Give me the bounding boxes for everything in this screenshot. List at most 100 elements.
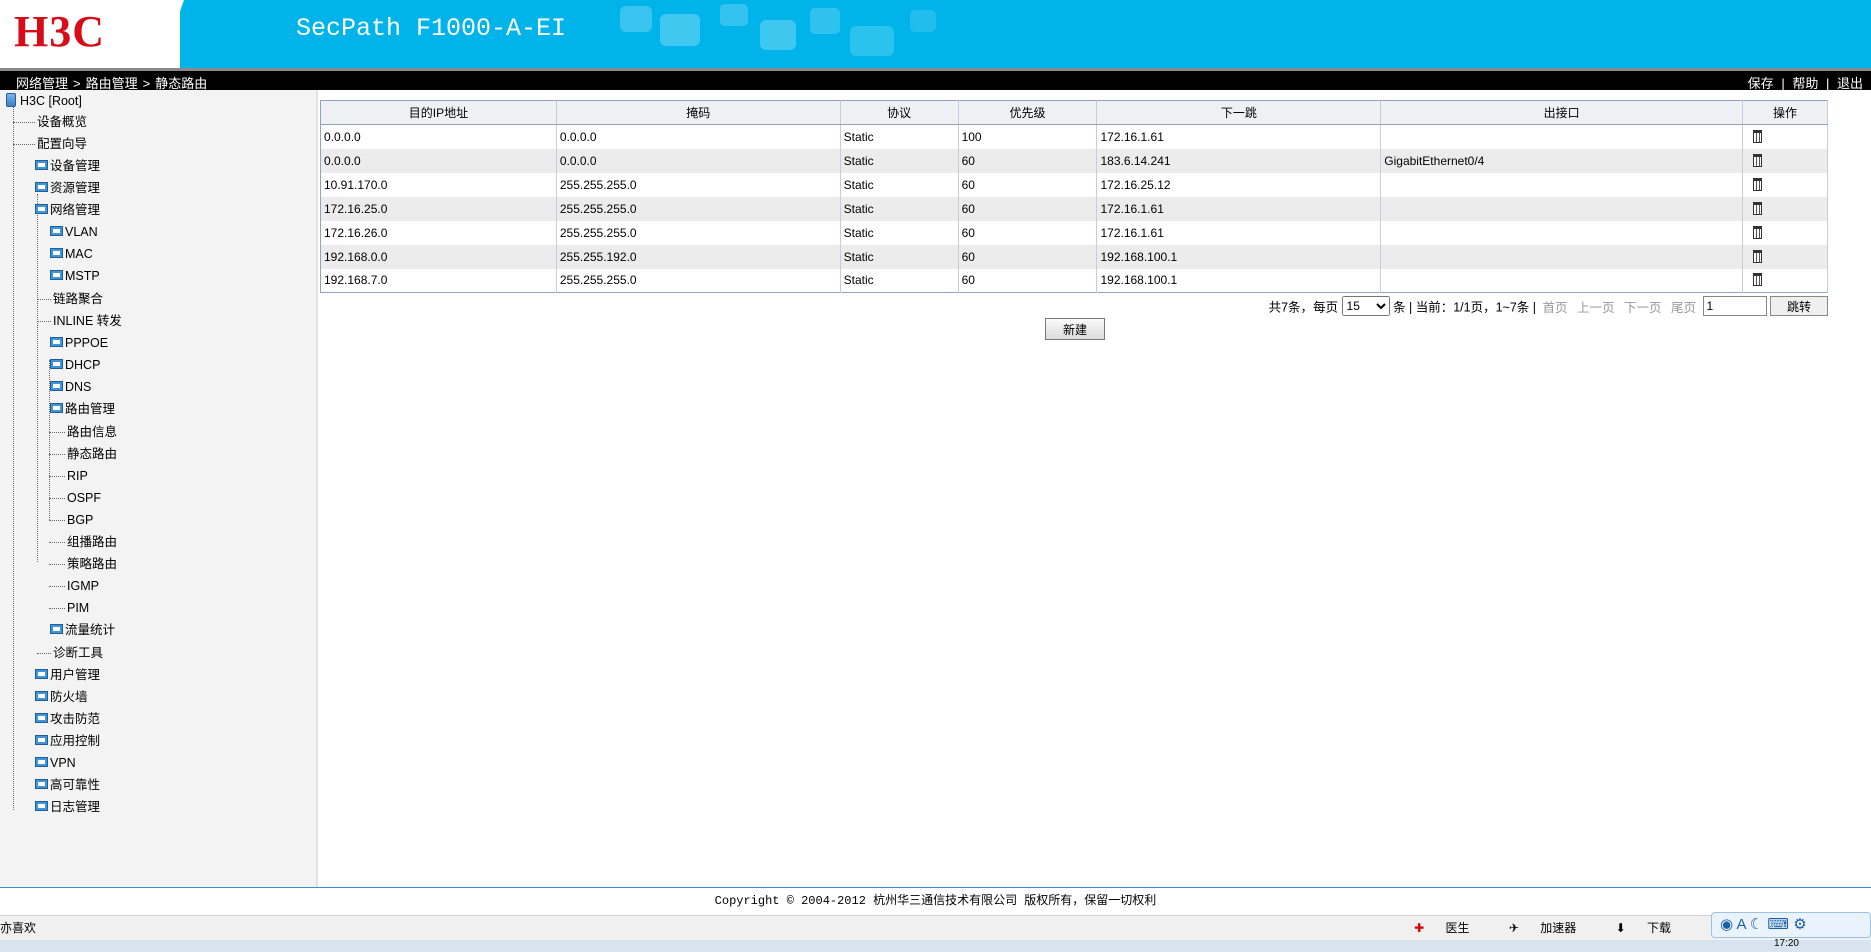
delete-icon[interactable] [1753,177,1763,191]
tree-item-resource-mgmt[interactable]: 资源管理 [35,179,100,197]
new-route-button[interactable]: 新建 [1045,318,1105,340]
tree-item-network-mgmt[interactable]: 网络管理 [35,201,100,219]
delete-icon[interactable] [1753,153,1763,167]
tree-item-mac[interactable]: MAC [50,245,93,263]
tree-item-diagnostic-tools[interactable]: 诊断工具 [53,644,103,662]
tree-item-user-mgmt[interactable]: 用户管理 [35,666,100,684]
last-page-link[interactable]: 尾页 [1671,301,1696,315]
delete-icon[interactable] [1753,249,1763,263]
tree-item-device-overview[interactable]: 设备概览 [37,113,87,131]
column-header[interactable]: 协议 [840,100,959,125]
column-header[interactable]: 优先级 [958,100,1098,125]
help-link[interactable]: 帮助 [1792,76,1818,91]
column-header[interactable]: 下一跳 [1096,100,1382,125]
delete-icon[interactable] [1753,201,1763,215]
folder-icon [50,624,63,634]
tree-item-igmp[interactable]: IGMP [67,577,99,595]
tree-item-mstp[interactable]: MSTP [50,267,100,285]
folder-icon [50,270,63,280]
doctor-button[interactable]: ✚ 医生 [1396,921,1469,935]
folder-icon [50,226,63,236]
first-page-link[interactable]: 首页 [1543,301,1568,315]
table-row: 192.168.7.0 255.255.255.0 Static 60 192.168.… [320,268,1828,293]
tree-item-traffic-stats[interactable]: 流量统计 [50,621,115,639]
go-to-page-button[interactable]: 跳转 [1770,296,1828,316]
pagination: 共7条，每页 15 条 | 当前：1/1页，1~7条 | 首页 上一页 下一页 … [1269,296,1828,316]
table-row: 0.0.0.0 0.0.0.0 Static 100 172.16.1.61 [320,124,1828,149]
total-count: 共7条，每页 [1268,300,1339,315]
tree-item-route-info[interactable]: 路由信息 [67,423,117,441]
folder-icon [35,735,48,745]
tree-item-pim[interactable]: PIM [67,599,89,617]
column-header[interactable]: 目的IP地址 [320,100,557,125]
tree-item-log-mgmt[interactable]: 日志管理 [35,798,100,816]
tree-item-vlan[interactable]: VLAN [50,223,98,241]
delete-icon[interactable] [1753,273,1763,287]
accelerator-button[interactable]: ✈ 加速器 [1491,921,1576,935]
column-header[interactable]: 掩码 [556,100,841,125]
breadcrumb-item[interactable]: 网络管理 [16,76,68,91]
gear-icon: ⚙ [1793,916,1807,933]
column-header: 操作 [1742,100,1828,125]
tree-item-policy-route[interactable]: 策略路由 [67,555,117,573]
save-link[interactable]: 保存 [1748,76,1774,91]
tree-item-ospf[interactable]: OSPF [67,489,101,507]
tree-item-static-route[interactable]: 静态路由 [67,445,117,463]
copyright-footer: Copyright © 2004-2012 杭州华三通信技术有限公司 版权所有，… [0,887,1871,915]
computer-icon [6,93,16,107]
folder-icon [50,403,63,413]
tree-item-pppoe[interactable]: PPPOE [50,334,108,352]
clock: 17:20 [1773,938,1799,949]
page-number-input[interactable] [1702,296,1767,316]
folder-icon [35,801,48,811]
next-page-link[interactable]: 下一页 [1624,301,1662,315]
tree-item-link-aggregation[interactable]: 链路聚合 [53,290,103,308]
page-size-select[interactable]: 15 [1341,296,1390,316]
ime-logo-icon: ◉ [1720,916,1737,933]
breadcrumb-item[interactable]: 静态路由 [155,76,207,91]
table-row: 172.16.25.0 255.255.255.0 Static 60 172.16.1… [320,196,1828,221]
tree-item-routing-mgmt[interactable]: 路由管理 [50,400,115,418]
header: H3C SecPath F1000-A-EI [0,0,1871,68]
delete-icon[interactable] [1753,225,1763,239]
tree-item-app-control[interactable]: 应用控制 [35,732,100,750]
download-button[interactable]: ⬇ 下载 [1598,921,1671,935]
tree-item-vpn[interactable]: VPN [35,754,76,772]
tree-item-multicast-route[interactable]: 组播路由 [67,533,117,551]
logout-link[interactable]: 退出 [1837,76,1863,91]
tree-item-rip[interactable]: RIP [67,467,88,485]
breadcrumb-bar: 网络管理 > 路由管理 > 静态路由 保存 | 帮助 | 退出 [0,68,1871,91]
folder-icon [35,669,48,679]
table-row: 172.16.26.0 255.255.255.0 Static 60 172.16.1… [320,220,1828,245]
folder-icon [50,248,63,258]
tree-item-device-mgmt[interactable]: 设备管理 [35,157,100,175]
taskbar: 17:20 [0,938,1871,952]
ime-toolbar[interactable]: ◉ A ☾ ⌨ ⚙ [1711,912,1871,938]
folder-icon [50,381,63,391]
folder-icon [50,359,63,369]
folder-icon [35,204,48,214]
tree-item-dhcp[interactable]: DHCP [50,356,100,374]
tree-root[interactable]: H3C [Root] [6,92,82,110]
tree-item-bgp[interactable]: BGP [67,511,93,529]
breadcrumb-item[interactable]: 路由管理 [86,76,138,91]
plus-icon: ✚ [1414,921,1428,935]
browser-status-bar: 亦喜欢 ✚ 医生 ✈ 加速器 ⬇ 下载 [0,915,1871,940]
tree-item-inline-forward[interactable]: INLINE 转发 [53,312,122,330]
tree-item-dns[interactable]: DNS [50,378,91,396]
column-header[interactable]: 出接口 [1380,100,1744,125]
table-row: 10.91.170.0 255.255.255.0 Static 60 172.16.2… [320,172,1828,197]
folder-icon [35,757,48,767]
tree-item-attack-defense[interactable]: 攻击防范 [35,710,100,728]
current-page-info: | 当前：1/1页，1~7条 | [1409,300,1537,315]
tree-item-firewall[interactable]: 防火墙 [35,688,88,706]
navigation-tree: H3C [Root] 设备概览 配置向导 设备管理 资源管理 网络管理 VLAN… [0,90,318,887]
tree-item-high-availability[interactable]: 高可靠性 [35,776,100,794]
folder-icon [35,713,48,723]
status-text: 亦喜欢 [0,921,37,935]
tree-item-config-wizard[interactable]: 配置向导 [37,135,87,153]
prev-page-link[interactable]: 上一页 [1577,301,1615,315]
table-header-row: 目的IP地址 掩码 协议 优先级 下一跳 出接口 操作 [320,100,1828,125]
delete-icon[interactable] [1753,129,1763,143]
static-route-table: 目的IP地址 掩码 协议 优先级 下一跳 出接口 操作 0.0.0.0 0.0.0… [320,100,1828,293]
